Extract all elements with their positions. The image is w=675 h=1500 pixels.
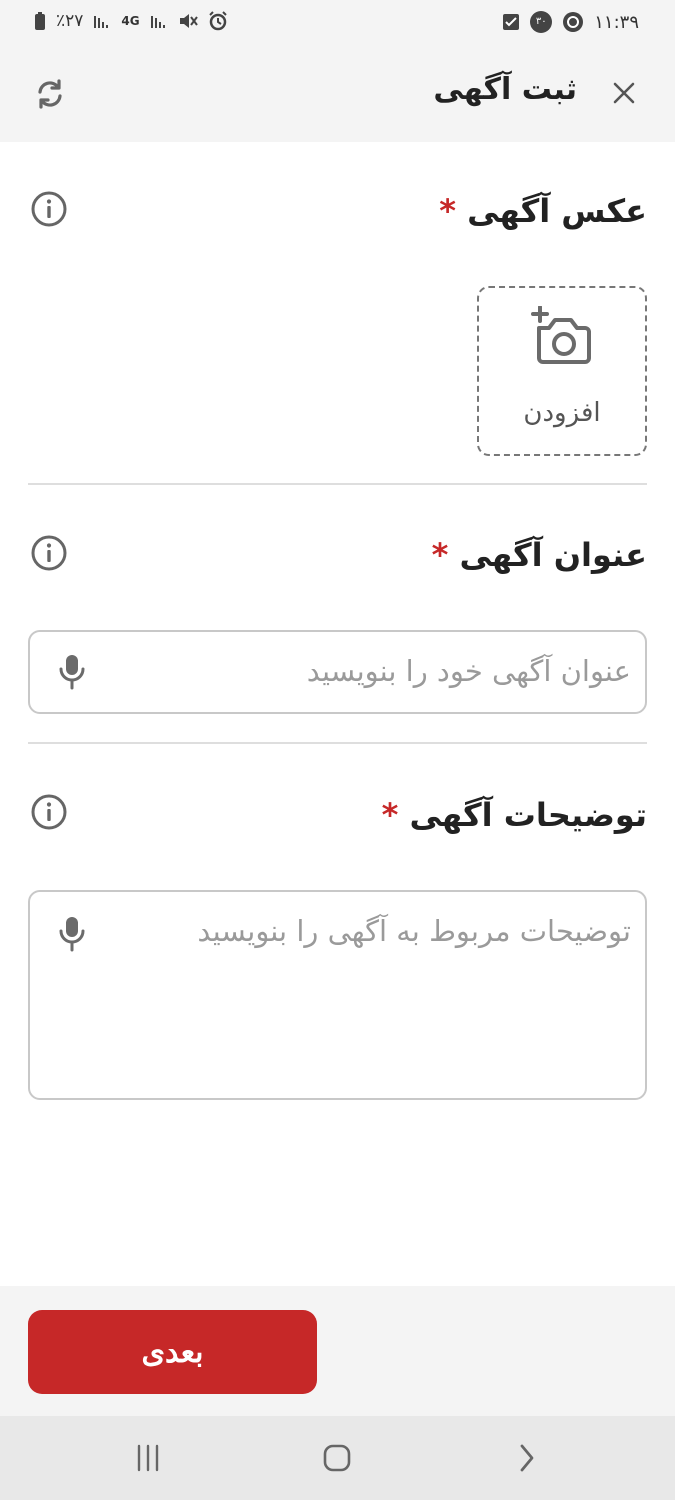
alarm-icon — [208, 11, 228, 31]
description-info-button[interactable] — [30, 793, 68, 831]
info-icon — [31, 535, 67, 571]
status-bar-left: ٪۲۷ 4G — [34, 11, 228, 31]
home-icon — [323, 1444, 351, 1472]
description-section-label: توضیحات آگهی — [409, 796, 647, 834]
description-textarea[interactable]: توضیحات مربوط به آگهی را بنویسید — [28, 890, 647, 1100]
battery-percentage: ٪۲۷ — [56, 11, 84, 31]
close-button[interactable] — [607, 76, 641, 110]
add-photo-label: افزودن — [523, 398, 601, 428]
photo-info-button[interactable] — [30, 190, 68, 228]
add-photo-button[interactable]: افزودن — [477, 286, 647, 456]
info-icon — [31, 191, 67, 227]
add-photo-icon — [531, 306, 591, 364]
photo-section-title: عکس آگهی * — [433, 192, 647, 230]
info-icon — [31, 794, 67, 830]
close-icon — [613, 82, 635, 104]
ad-title-placeholder: عنوان آگهی خود را بنویسید — [306, 654, 631, 688]
divider — [28, 742, 647, 744]
back-chevron-icon — [520, 1444, 534, 1472]
ad-title-section-label: عنوان آگهی — [459, 536, 647, 574]
screen: ٪۲۷ 4G ۳۰ ۱۱:۳۹ ثبت آگهی عکس آگهی * افزو… — [0, 0, 675, 1500]
ad-title-info-button[interactable] — [30, 534, 68, 572]
app-bar: ثبت آگهی — [0, 48, 675, 142]
refresh-icon — [38, 79, 62, 109]
microphone-icon — [59, 655, 85, 690]
page-title: ثبت آگهی — [433, 72, 577, 107]
ad-title-mic-button[interactable] — [58, 654, 86, 694]
notification-count-badge: ۳۰ — [530, 11, 553, 33]
signal-icon-2 — [150, 12, 168, 30]
battery-icon — [34, 11, 46, 31]
divider — [28, 483, 647, 485]
ad-title-input[interactable]: عنوان آگهی خود را بنویسید — [28, 630, 647, 714]
back-button[interactable] — [506, 1438, 546, 1478]
description-mic-button[interactable] — [58, 916, 86, 956]
description-placeholder: توضیحات مربوط به آگهی را بنویسید — [197, 914, 631, 948]
description-section-title: توضیحات آگهی * — [376, 796, 647, 834]
required-mark: * — [439, 192, 456, 230]
home-button[interactable] — [317, 1438, 357, 1478]
app-notification-icon — [562, 11, 584, 33]
checkbox-notification-icon — [502, 13, 520, 31]
recent-apps-button[interactable] — [128, 1438, 168, 1478]
required-mark: * — [431, 536, 449, 574]
recent-apps-icon — [137, 1444, 159, 1472]
required-mark: * — [381, 796, 399, 834]
refresh-button[interactable] — [30, 74, 70, 114]
clock: ۱۱:۳۹ — [594, 11, 639, 33]
status-bar-right: ۳۰ ۱۱:۳۹ — [502, 11, 639, 33]
photo-section-label: عکس آگهی — [467, 192, 647, 230]
next-button[interactable]: بعدی — [28, 1310, 317, 1394]
footer: بعدی — [0, 1286, 675, 1416]
system-nav-bar — [0, 1416, 675, 1500]
network-type: 4G — [121, 14, 140, 28]
mute-icon — [178, 12, 198, 30]
notification-count: ۳۰ — [530, 11, 553, 33]
status-bar: ٪۲۷ 4G ۳۰ ۱۱:۳۹ — [0, 0, 675, 48]
signal-icon — [93, 12, 111, 30]
microphone-icon — [59, 917, 85, 952]
ad-title-section-title: عنوان آگهی * — [426, 536, 647, 574]
